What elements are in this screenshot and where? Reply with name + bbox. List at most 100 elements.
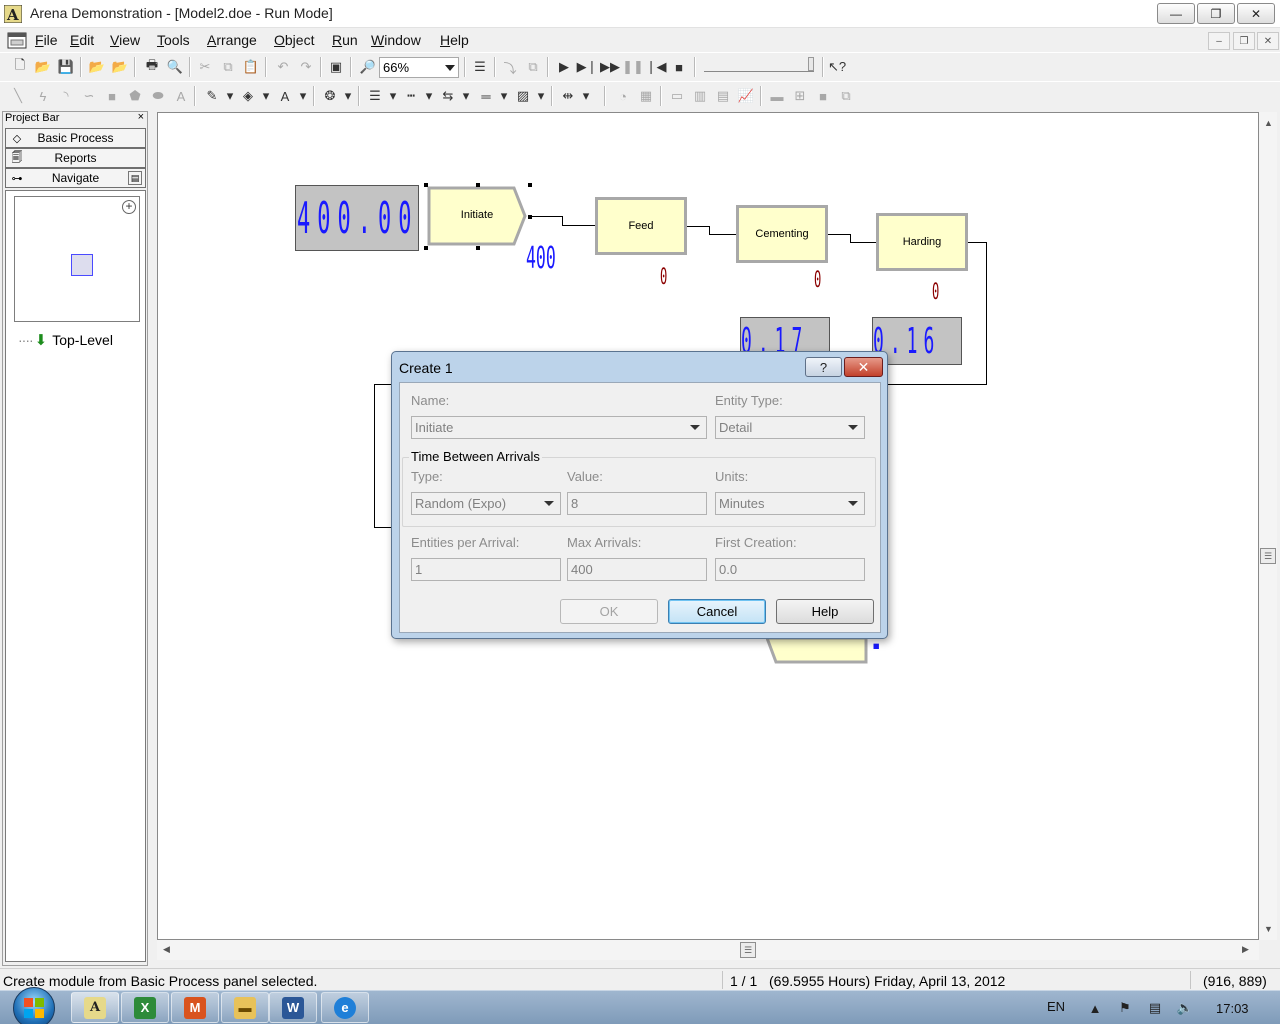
histogram-icon[interactable]: ▤: [713, 86, 733, 106]
context-help-icon[interactable]: ↖?: [827, 57, 847, 77]
dialog-close-button[interactable]: ✕: [844, 357, 883, 377]
connector[interactable]: [850, 242, 876, 243]
variable-icon[interactable]: ▭: [667, 86, 687, 106]
language-indicator[interactable]: EN: [1047, 999, 1065, 1014]
selection-handle[interactable]: [424, 183, 428, 187]
selection-handle[interactable]: [476, 183, 480, 187]
close-button[interactable]: ✕: [1237, 3, 1275, 24]
minimize-button[interactable]: —: [1157, 3, 1195, 24]
line-width-icon[interactable]: ☰: [365, 86, 385, 106]
panel-reports[interactable]: 🗐 Reports: [5, 148, 146, 168]
layers-icon[interactable]: ☰: [470, 57, 490, 77]
text-color-icon[interactable]: A: [275, 86, 295, 106]
clock-icon[interactable]: ◔: [613, 86, 633, 106]
maximize-button[interactable]: ❐: [1197, 3, 1235, 24]
mdi-close-button[interactable]: ✕: [1257, 32, 1279, 50]
connector[interactable]: [687, 226, 709, 227]
text-icon[interactable]: A: [171, 86, 191, 106]
chevron-down-icon[interactable]: ▾: [338, 86, 358, 106]
menu-window[interactable]: Window: [371, 32, 421, 48]
chevron-down-icon[interactable]: ▾: [256, 86, 276, 106]
units-combo[interactable]: Minutes: [715, 492, 865, 515]
connector[interactable]: [886, 384, 987, 385]
dispose-module[interactable]: [766, 637, 870, 665]
chevron-down-icon[interactable]: [445, 65, 455, 71]
copy-icon[interactable]: ⧉: [218, 57, 238, 77]
line-style-icon[interactable]: ┅: [401, 86, 421, 106]
open-file-icon[interactable]: 📂: [33, 57, 53, 77]
document-icon[interactable]: [7, 32, 27, 49]
entities-per-arrival-field[interactable]: 1: [411, 558, 561, 581]
taskbar-app-matlab[interactable]: M: [171, 992, 219, 1023]
step-icon[interactable]: ▶❘: [577, 57, 598, 77]
print-icon[interactable]: 🖶: [142, 57, 162, 77]
connector[interactable]: [530, 216, 562, 217]
chevron-down-icon[interactable]: ▾: [576, 86, 596, 106]
process-module-feed[interactable]: Feed: [595, 197, 687, 255]
zoom-icon[interactable]: 🔎: [358, 57, 378, 77]
connector[interactable]: [709, 234, 736, 235]
mdi-restore-button[interactable]: ❐: [1233, 32, 1255, 50]
taskbar-app-word[interactable]: W: [269, 992, 317, 1023]
panel-basic-process[interactable]: ◇ Basic Process: [5, 128, 146, 148]
taskbar-app-arena[interactable]: A: [71, 992, 119, 1023]
scroll-down-icon[interactable]: ▼: [1264, 924, 1273, 934]
menu-file[interactable]: File: [35, 32, 58, 48]
redo-icon[interactable]: ↷: [296, 57, 316, 77]
line-pattern-icon[interactable]: ═: [476, 86, 496, 106]
volume-icon[interactable]: 🔈: [1176, 1000, 1194, 1016]
date-icon[interactable]: ▦: [636, 86, 656, 106]
polyline-icon[interactable]: ϟ: [33, 86, 53, 106]
clock[interactable]: 17:03: [1216, 1001, 1249, 1016]
line-icon[interactable]: ╲: [8, 86, 28, 106]
process-module-harding[interactable]: Harding: [876, 213, 968, 271]
template-attach-icon[interactable]: 📂: [87, 57, 107, 77]
window-background-color-icon[interactable]: ❂: [320, 86, 340, 106]
ok-button[interactable]: OK: [560, 599, 658, 624]
network-icon[interactable]: ▤: [1146, 1000, 1164, 1016]
chevron-down-icon[interactable]: ▾: [494, 86, 514, 106]
connector[interactable]: [374, 384, 375, 528]
selection-handle[interactable]: [528, 183, 532, 187]
panel-navigate[interactable]: ⊶ Navigate ▤: [5, 168, 146, 188]
action-center-icon[interactable]: ⚑: [1116, 1000, 1134, 1016]
polygon-icon[interactable]: ⬟: [125, 86, 145, 106]
arc-icon[interactable]: ◝: [56, 86, 76, 106]
close-icon[interactable]: ×: [138, 111, 144, 123]
scroll-up-icon[interactable]: ▲: [1264, 118, 1273, 128]
undo-icon[interactable]: ↶: [273, 57, 293, 77]
chevron-down-icon[interactable]: ▾: [383, 86, 403, 106]
chevron-down-icon[interactable]: [843, 494, 863, 513]
transporter-icon[interactable]: ⧉: [836, 86, 856, 106]
navigation-thumbnail[interactable]: +: [14, 196, 140, 322]
selection-handle[interactable]: [424, 246, 428, 250]
print-preview-icon[interactable]: 🔍: [165, 57, 185, 77]
animate-connectors-icon[interactable]: ⧉: [523, 57, 543, 77]
scroll-left-icon[interactable]: ◀: [163, 944, 170, 955]
zoom-plus-icon[interactable]: +: [122, 200, 136, 214]
connector[interactable]: [828, 234, 850, 235]
first-creation-field[interactable]: 0.0: [715, 558, 865, 581]
tree-item-top-level[interactable]: ···· ⬇ Top-Level: [18, 331, 113, 349]
save-icon[interactable]: 💾: [56, 57, 76, 77]
connector[interactable]: [562, 225, 595, 226]
menu-arrange[interactable]: Arrange: [207, 32, 257, 48]
taskbar-app-explorer[interactable]: ▬: [221, 992, 269, 1023]
connector[interactable]: [986, 242, 987, 384]
scroll-right-icon[interactable]: ▶: [1242, 944, 1249, 955]
value-field[interactable]: 8: [567, 492, 707, 515]
max-arrivals-field[interactable]: 400: [567, 558, 707, 581]
fast-forward-icon[interactable]: ▶▶: [600, 57, 620, 77]
view-region-icon[interactable]: ▣: [326, 57, 346, 77]
slider-thumb[interactable]: [808, 57, 814, 71]
arrow-style-icon[interactable]: ⇆: [438, 86, 458, 106]
go-icon[interactable]: ▶: [554, 57, 574, 77]
cut-icon[interactable]: ✂: [195, 57, 215, 77]
scroll-thumb[interactable]: ☰: [1260, 548, 1276, 564]
menu-object[interactable]: Object: [274, 32, 314, 48]
taskbar-app-excel[interactable]: X: [121, 992, 169, 1023]
selection-handle[interactable]: [476, 246, 480, 250]
pause-icon[interactable]: ❚❚: [622, 57, 644, 77]
menu-run[interactable]: Run: [332, 32, 358, 48]
new-file-icon[interactable]: 🗋: [10, 57, 30, 77]
